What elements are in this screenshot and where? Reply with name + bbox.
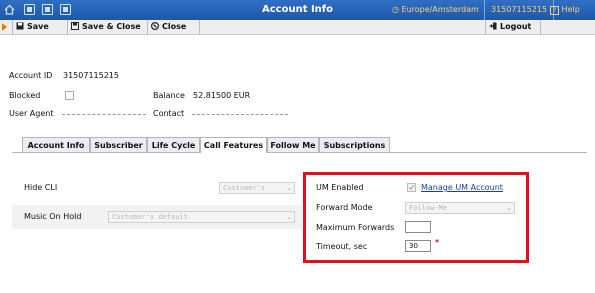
user-agent-value [62, 114, 146, 115]
music-on-hold-value: Customer's default [112, 213, 188, 221]
help-icon: ? [550, 6, 559, 15]
account-id-value: 31507115215 [63, 71, 119, 80]
maximum-forwards-input[interactable] [405, 221, 431, 233]
maximum-forwards-label: Maximum Forwards [316, 223, 395, 232]
blocked-label: Blocked [9, 91, 41, 100]
tab-subscriber[interactable]: Subscriber [90, 137, 147, 152]
tab-account-info[interactable]: Account Info [22, 137, 90, 152]
tab-call-features[interactable]: Call Features [200, 137, 267, 153]
hide-cli-select[interactable]: Customer's ⌄ [219, 182, 295, 194]
account-number-label: 31507115215 [484, 0, 554, 20]
timezone-label: Europe/Amsterdam [401, 5, 479, 14]
contact-value [192, 114, 288, 115]
balance-label: Balance [153, 91, 185, 100]
tab-life-cycle[interactable]: Life Cycle [147, 137, 200, 152]
title-bar: Account Info ◷ Europe/Amsterdam 31507115… [0, 0, 595, 20]
logout-button[interactable]: Logout [485, 20, 541, 34]
help-link[interactable]: ? Help [550, 5, 580, 15]
toolbar: Save Save & Close Close Logout [0, 20, 595, 35]
logout-label: Logout [500, 22, 532, 31]
user-agent-label: User Agent [9, 109, 54, 118]
close-button[interactable]: Close [148, 20, 200, 34]
timeout-input[interactable]: 30 [405, 240, 431, 252]
clock-icon: ◷ [392, 5, 399, 14]
logout-icon [489, 22, 497, 30]
floppy-disk-icon [16, 22, 24, 30]
forward-mode-value: Follow-Me [409, 204, 447, 212]
required-marker: * [435, 238, 440, 247]
contact-label: Contact [153, 109, 185, 118]
manage-um-account-link[interactable]: Manage UM Account [421, 183, 503, 192]
hide-cli-value: Customer's [223, 184, 266, 192]
chevron-down-icon: ⌄ [506, 204, 512, 212]
tab-subscriptions[interactable]: Subscriptions [319, 137, 390, 152]
timezone-link[interactable]: ◷ Europe/Amsterdam [392, 5, 479, 14]
music-on-hold-label: Music On Hold [24, 212, 82, 221]
music-on-hold-select[interactable]: Customer's default ⌄ [108, 211, 295, 223]
chevron-down-icon: ⌄ [286, 184, 292, 192]
um-enabled-label: UM Enabled [316, 183, 364, 192]
checkmark-icon [408, 184, 415, 190]
close-icon [151, 22, 159, 30]
close-label: Close [162, 22, 187, 31]
account-id-label: Account ID [9, 71, 53, 80]
help-label: Help [561, 5, 580, 14]
save-close-button[interactable]: Save & Close [68, 20, 148, 34]
forward-mode-label: Forward Mode [316, 203, 373, 212]
chevron-down-icon: ⌄ [286, 213, 292, 221]
forward-mode-select[interactable]: Follow-Me ⌄ [405, 202, 515, 214]
save-close-label: Save & Close [82, 22, 141, 31]
hide-cli-label: Hide CLI [24, 183, 58, 192]
save-label: Save [27, 22, 49, 31]
floppy-disk-icon [71, 22, 79, 30]
save-button[interactable]: Save [12, 20, 68, 34]
balance-value: 52.81500 EUR [193, 91, 251, 100]
tab-follow-me[interactable]: Follow Me [267, 137, 319, 152]
um-enabled-checkbox[interactable] [407, 183, 416, 192]
blocked-checkbox[interactable] [65, 91, 74, 100]
timeout-label: Timeout, sec [316, 242, 368, 251]
arrow-right-icon [2, 23, 7, 31]
